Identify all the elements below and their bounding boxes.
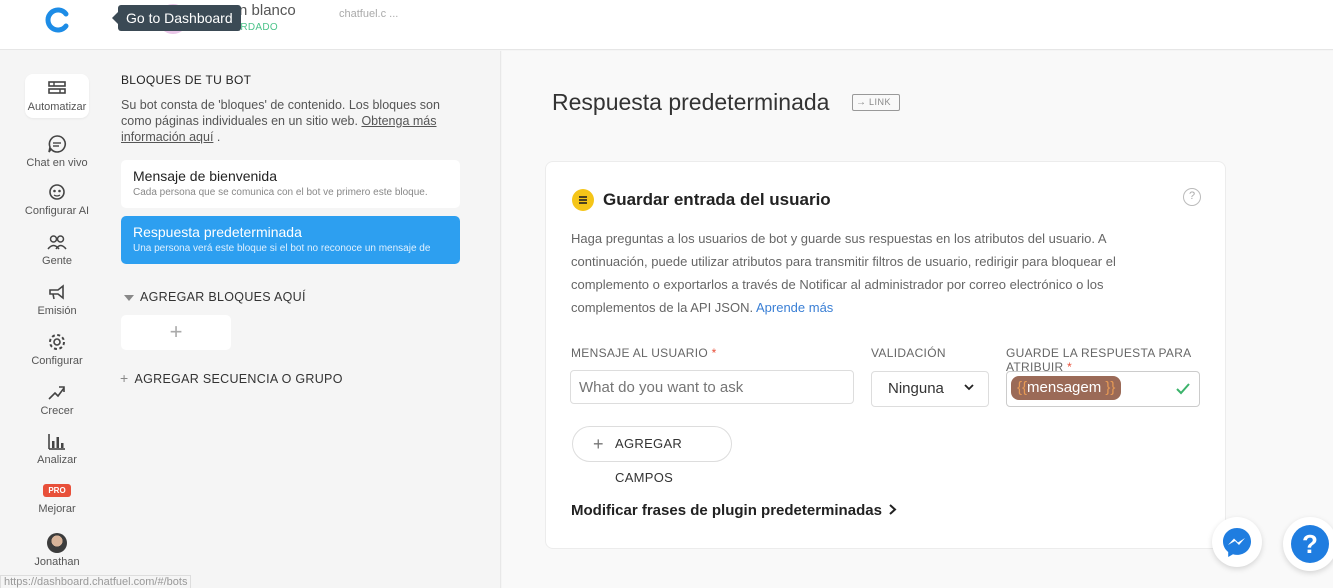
ai-icon xyxy=(49,184,65,200)
required-marker: * xyxy=(711,346,717,360)
nav-mejorar[interactable]: PRO Mejorar xyxy=(20,484,94,515)
nav-label: Emisión xyxy=(37,305,77,317)
user-input-plugin-card: Guardar entrada del usuario ? Haga pregu… xyxy=(545,161,1226,549)
main-content: Respuesta predeterminada LINK Guardar en… xyxy=(502,51,1333,588)
growth-icon xyxy=(48,386,65,400)
status-bar-url: https://dashboard.chatfuel.com/#/bots xyxy=(0,575,192,588)
attribute-chip[interactable]: {{mensagem }} xyxy=(1011,376,1122,400)
add-blocks-here-toggle[interactable]: AGREGAR BLOQUES AQUÍ xyxy=(124,290,306,304)
attribute-column-label: GUARDE LA RESPUESTA PARA ATRIBUIR * xyxy=(1006,346,1225,374)
chevron-right-icon xyxy=(889,504,897,515)
pro-badge: PRO xyxy=(43,484,71,497)
block-subtitle: Una persona verá este bloque si el bot n… xyxy=(133,243,431,254)
message-column-label: MENSAJE AL USUARIO * xyxy=(571,346,717,360)
validation-value: Ninguna xyxy=(888,380,944,397)
blocks-description: Su bot consta de 'bloques' de contenido.… xyxy=(121,97,461,145)
nav-gente[interactable]: Gente xyxy=(20,232,94,267)
validation-select[interactable]: Ninguna xyxy=(871,371,989,407)
message-to-user-input[interactable] xyxy=(570,370,854,404)
nav-automatizar[interactable]: Automatizar xyxy=(25,74,89,118)
learn-more-link[interactable]: Aprende más xyxy=(756,300,833,315)
nav-label: Automatizar xyxy=(27,101,87,113)
blocks-panel: BLOQUES DE TU BOT Su bot consta de 'bloq… xyxy=(107,51,501,588)
nav-user-profile[interactable]: Jonathan xyxy=(20,533,94,568)
add-fields-label: AGREGAR CAMPOS xyxy=(615,436,683,485)
nav-label: Configurar xyxy=(31,355,83,367)
bot-url[interactable]: chatfuel.c ... xyxy=(339,8,398,20)
nav-analizar[interactable]: Analizar xyxy=(20,431,94,466)
nav-label: Crecer xyxy=(40,405,74,417)
add-sequence-button[interactable]: + AGREGAR SECUENCIA O GRUPO xyxy=(120,370,343,386)
chevron-down-icon xyxy=(964,384,974,391)
people-icon xyxy=(47,235,67,250)
attribute-input[interactable]: {{mensagem }} xyxy=(1006,371,1200,407)
chip-value: mensagem xyxy=(1027,379,1102,396)
message-label-text: MENSAJE AL USUARIO xyxy=(571,346,708,360)
nav-label: Mejorar xyxy=(38,503,76,515)
attribute-label-text: GUARDE LA RESPUESTA PARA ATRIBUIR xyxy=(1006,346,1191,374)
nav-label: Analizar xyxy=(37,454,77,466)
check-icon xyxy=(1176,383,1190,395)
plugin-description-text: Haga preguntas a los usuarios de bot y g… xyxy=(571,231,1116,315)
add-fields-button[interactable]: + AGREGAR CAMPOS xyxy=(572,426,732,485)
validation-column-label: VALIDACIÓN xyxy=(871,346,946,360)
blocks-description-end: . xyxy=(213,130,221,144)
chart-icon xyxy=(48,434,65,450)
nav-configurar-ai[interactable]: Configurar AI xyxy=(20,182,94,217)
messenger-icon xyxy=(1223,528,1251,557)
messenger-button[interactable] xyxy=(1212,517,1262,567)
chip-open-brace: {{ xyxy=(1017,379,1028,396)
nav-chat-en-vivo[interactable]: Chat en vivo xyxy=(20,134,94,169)
page-title[interactable]: Respuesta predeterminada xyxy=(552,89,829,116)
plugin-description: Haga preguntas a los usuarios de bot y g… xyxy=(571,227,1171,319)
user-input-icon xyxy=(572,189,594,211)
top-bar: Bot en blanco ✓ GUARDADO chatfuel.c ... … xyxy=(0,0,1333,50)
nav-label: Configurar AI xyxy=(24,205,90,217)
nav-emision[interactable]: Emisión xyxy=(20,282,94,317)
plus-icon: + xyxy=(593,434,604,454)
gear-icon xyxy=(49,334,65,350)
nav-label: Gente xyxy=(42,255,72,267)
block-subtitle: Cada persona que se comunica con el bot … xyxy=(133,187,428,198)
nav-label: Chat en vivo xyxy=(26,157,88,169)
nav-configurar[interactable]: Configurar xyxy=(20,332,94,367)
blocks-heading: BLOQUES DE TU BOT xyxy=(121,73,252,87)
modify-link-text: Modificar frases de plugin predeterminad… xyxy=(571,502,882,519)
nav-crecer[interactable]: Crecer xyxy=(20,382,94,417)
left-nav: Automatizar Chat en vivo Configurar AI G… xyxy=(0,51,107,588)
link-button[interactable]: LINK xyxy=(852,94,900,111)
help-chat-button[interactable]: ? xyxy=(1283,517,1333,571)
user-avatar xyxy=(47,533,67,553)
modify-plugin-phrases-link[interactable]: Modificar frases de plugin predeterminad… xyxy=(571,502,897,519)
chip-close-brace: }} xyxy=(1105,379,1116,396)
block-title: Mensaje de bienvenida xyxy=(133,168,277,184)
chatfuel-logo-icon[interactable] xyxy=(44,6,72,34)
add-blocks-label: AGREGAR BLOQUES AQUÍ xyxy=(140,290,306,304)
block-title: Respuesta predeterminada xyxy=(133,224,302,240)
add-sequence-label: AGREGAR SECUENCIA O GRUPO xyxy=(134,372,343,386)
megaphone-icon xyxy=(49,284,64,300)
question-icon: ? xyxy=(1291,525,1329,563)
plugin-title: Guardar entrada del usuario xyxy=(603,190,831,209)
collapse-triangle-icon xyxy=(124,294,134,301)
help-icon[interactable]: ? xyxy=(1183,188,1201,206)
automate-icon xyxy=(48,81,66,94)
plus-icon: + xyxy=(120,370,129,386)
block-card-default-answer[interactable]: Respuesta predeterminada Una persona ver… xyxy=(121,216,460,264)
go-to-dashboard-tooltip: Go to Dashboard xyxy=(112,5,241,31)
nav-label: Jonathan xyxy=(34,556,80,568)
chat-icon xyxy=(48,135,66,153)
block-card-welcome[interactable]: Mensaje de bienvenida Cada persona que s… xyxy=(121,160,460,208)
add-block-button[interactable]: + xyxy=(121,315,231,350)
